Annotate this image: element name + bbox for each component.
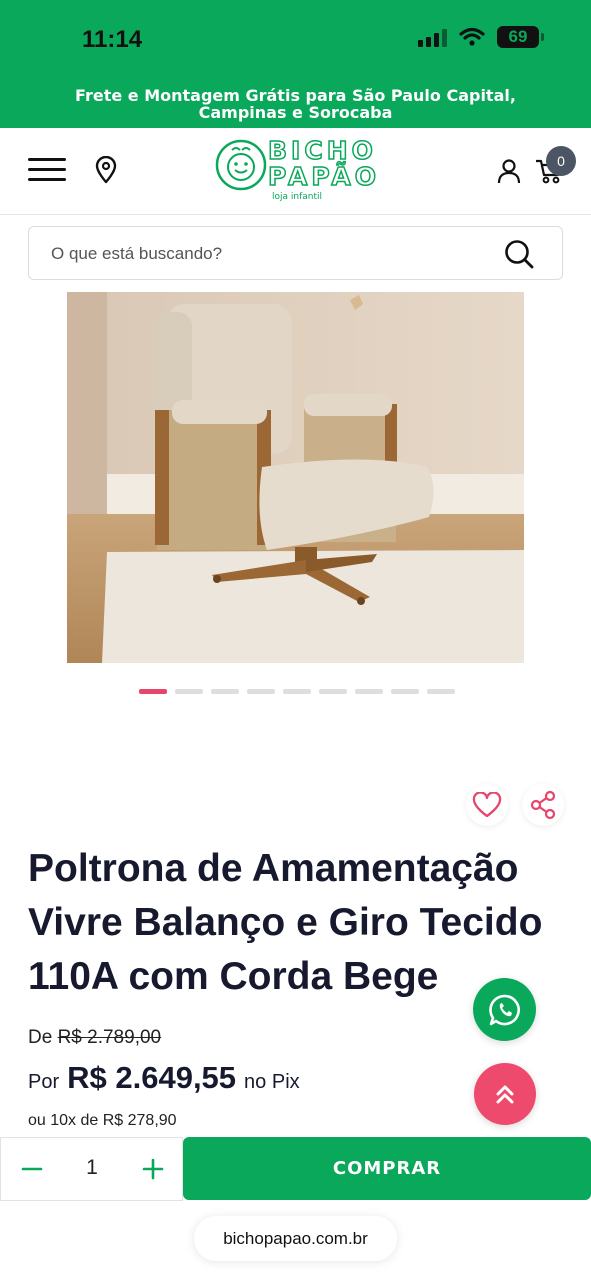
logo-wordmark: BICHO PAPÃO xyxy=(267,136,381,191)
quantity-stepper: 1 xyxy=(0,1137,183,1201)
search-input[interactable] xyxy=(51,241,471,267)
search-bar xyxy=(28,226,563,280)
gallery-dot[interactable] xyxy=(283,689,311,694)
bicho-papao-logo[interactable]: BICHO PAPÃO loja infantil xyxy=(214,136,378,208)
location-pin-icon[interactable] xyxy=(93,156,119,184)
current-price: Por R$ 2.649,55 no Pix xyxy=(28,1060,300,1096)
gallery-pagination xyxy=(139,689,455,694)
double-chevron-up-icon xyxy=(496,1085,514,1104)
battery-icon: 69 xyxy=(497,26,544,48)
whatsapp-icon xyxy=(488,994,520,1025)
logo-face-icon xyxy=(215,139,267,191)
search-icon[interactable] xyxy=(504,239,534,269)
price-value: R$ 2.649,55 xyxy=(67,1060,237,1095)
plus-icon[interactable] xyxy=(142,1158,164,1180)
status-indicators: 69 xyxy=(418,26,544,48)
gallery-dot[interactable] xyxy=(355,689,383,694)
promo-banner-text: Frete e Montagem Grátis para São Paulo C… xyxy=(75,86,516,122)
whatsapp-button[interactable] xyxy=(473,978,536,1041)
site-header: BICHO PAPÃO loja infantil 0 xyxy=(0,128,591,215)
share-icon xyxy=(530,790,556,820)
scroll-to-top-button[interactable] xyxy=(474,1063,536,1125)
old-price-value: R$ 2.789,00 xyxy=(57,1027,162,1048)
user-icon[interactable] xyxy=(496,158,522,184)
price-suffix: no Pix xyxy=(244,1071,300,1093)
product-title: Poltrona de Amamentação Vivre Balanço e … xyxy=(28,847,543,998)
menu-icon[interactable] xyxy=(28,158,66,182)
price-prefix: Por xyxy=(28,1071,60,1093)
wifi-icon xyxy=(459,27,485,46)
gallery-dot[interactable] xyxy=(391,689,419,694)
quantity-value[interactable]: 1 xyxy=(77,1156,107,1180)
product-image[interactable] xyxy=(67,292,524,663)
share-button[interactable] xyxy=(522,784,564,826)
installments-text: ou 10x de R$ 278,90 xyxy=(28,1112,177,1129)
gallery-dot[interactable] xyxy=(319,689,347,694)
gallery-dot[interactable] xyxy=(175,689,203,694)
logo-line2: PAPÃO xyxy=(267,162,381,191)
heart-icon xyxy=(472,792,502,818)
minus-icon[interactable] xyxy=(21,1158,43,1180)
gallery-dot[interactable] xyxy=(139,689,167,694)
logo-line1: BICHO xyxy=(267,136,377,165)
gallery-dot[interactable] xyxy=(211,689,239,694)
browser-url-bar[interactable]: bichopapao.com.br xyxy=(194,1216,397,1261)
status-time: 11:14 xyxy=(82,26,143,53)
favorite-button[interactable] xyxy=(466,784,508,826)
buy-bar: 1 COMPRAR xyxy=(0,1137,591,1201)
old-price-prefix: De xyxy=(28,1027,53,1048)
buy-button[interactable]: COMPRAR xyxy=(183,1137,591,1200)
armchair-image xyxy=(67,292,524,663)
old-price: De R$ 2.789,00 xyxy=(28,1027,161,1049)
gallery-dot[interactable] xyxy=(247,689,275,694)
gallery-dot[interactable] xyxy=(427,689,455,694)
cart-count-badge[interactable]: 0 xyxy=(546,146,576,176)
cellular-signal-icon xyxy=(418,27,447,47)
top-banner-area: 11:14 69 Frete e Montagem Grátis para Sã… xyxy=(0,0,591,128)
logo-subtitle: loja infantil xyxy=(272,192,323,202)
